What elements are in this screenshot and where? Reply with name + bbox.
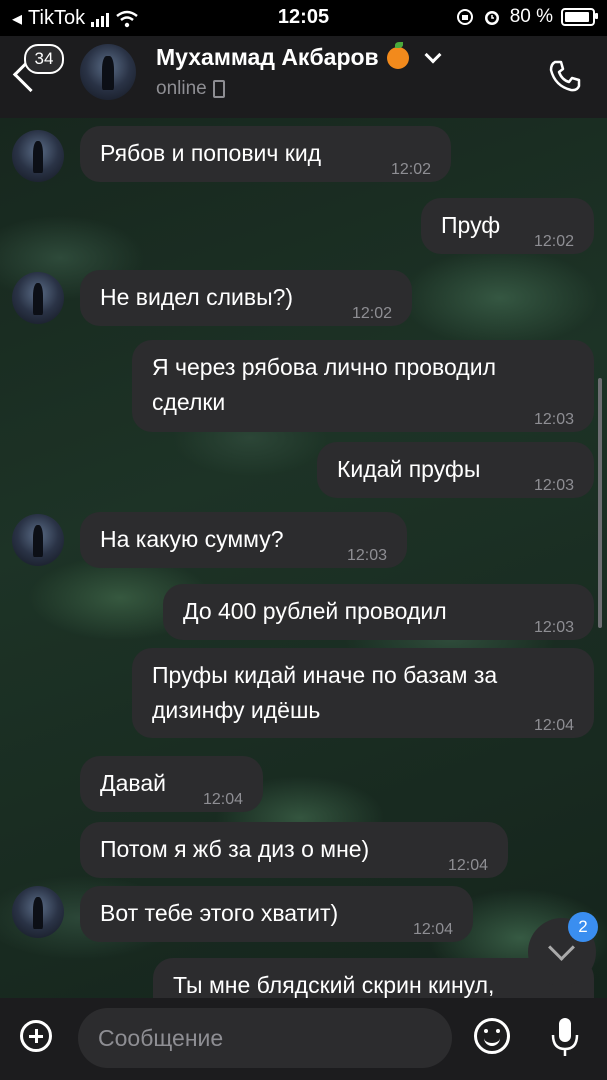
new-messages-badge[interactable]: 2 — [568, 912, 598, 942]
message-time: 12:03 — [533, 619, 574, 636]
message-text: Кидай пруфы — [337, 456, 481, 482]
message-time: 12:04 — [447, 857, 488, 874]
message-time: 12:03 — [346, 547, 387, 564]
message-text: Пруф — [441, 212, 501, 238]
message-time: 12:02 — [351, 305, 392, 322]
message-text: На какую сумму? — [100, 526, 284, 552]
message-bubble-outgoing[interactable]: Ты мне блядский скрин кинул, — [153, 958, 594, 998]
message-time: 12:04 — [202, 791, 243, 808]
battery-percent: 80 % — [509, 6, 553, 27]
message-bubble-incoming[interactable]: Вот тебе этого хватит) 12:04 — [80, 886, 473, 942]
microphone-icon[interactable] — [548, 1016, 582, 1058]
message-bubble-incoming[interactable]: На какую сумму? 12:03 — [80, 512, 407, 568]
attach-plus-icon[interactable] — [20, 1020, 52, 1052]
message-time: 12:04 — [412, 921, 453, 938]
message-bubble-incoming[interactable]: Рябов и попович кид 12:02 — [80, 126, 451, 182]
message-time: 12:02 — [533, 233, 574, 250]
message-text: Пруфы кидай иначе по базам за дизинфу ид… — [152, 662, 498, 723]
scroll-indicator[interactable] — [598, 378, 602, 628]
alarm-icon — [484, 11, 499, 25]
chat-header: 34 Мухаммад Акбаров online — [0, 36, 607, 118]
battery-icon — [561, 8, 598, 26]
call-icon[interactable] — [547, 58, 583, 94]
message-bubble-incoming[interactable]: Не видел сливы?) 12:02 — [80, 270, 412, 326]
message-text: Потом я жб за диз о мне) — [100, 836, 370, 862]
status-bar: ◂ TikTok 12:05 80 % — [0, 0, 607, 36]
unread-count-badge[interactable]: 34 — [24, 44, 64, 74]
sender-avatar[interactable] — [12, 514, 64, 566]
message-time: 12:04 — [533, 717, 574, 734]
tangerine-emoji-icon — [386, 41, 409, 69]
message-bubble-outgoing[interactable]: Кидай пруфы 12:03 — [317, 442, 594, 498]
contact-avatar[interactable] — [80, 44, 136, 100]
contact-title[interactable]: Мухаммад Акбаров — [156, 41, 442, 71]
message-composer: Сообщение — [0, 998, 607, 1080]
contact-status: online — [156, 78, 225, 100]
chevron-down-icon[interactable] — [424, 46, 442, 63]
orientation-lock-icon — [456, 9, 473, 25]
message-time: 12:03 — [533, 477, 574, 494]
message-text: Я через рябова лично проводил сделки — [152, 354, 496, 415]
sender-avatar[interactable] — [12, 130, 64, 182]
online-status-label: online — [156, 78, 207, 99]
chevron-down-icon — [548, 934, 575, 961]
message-text: Вот тебе этого хватит) — [100, 900, 339, 926]
message-time: 12:03 — [533, 411, 574, 428]
mobile-device-icon — [212, 80, 225, 98]
message-text: Не видел сливы?) — [100, 284, 294, 310]
message-text: Рябов и попович кид — [100, 140, 322, 166]
emoji-icon[interactable] — [474, 1018, 510, 1054]
sender-avatar[interactable] — [12, 886, 64, 938]
message-time: 12:02 — [390, 161, 431, 178]
message-list[interactable]: Рябов и попович кид 12:02 Пруф 12:02 Не … — [0, 118, 607, 998]
message-text: Ты мне блядский скрин кинул, — [173, 972, 495, 998]
contact-name: Мухаммад Акбаров — [156, 44, 379, 70]
message-bubble-outgoing[interactable]: Пруф 12:02 — [421, 198, 594, 254]
sender-avatar[interactable] — [12, 272, 64, 324]
message-text: До 400 рублей проводил — [183, 598, 447, 624]
message-bubble-outgoing[interactable]: Я через рябова лично проводил сделки 12:… — [132, 340, 594, 432]
message-bubble-incoming[interactable]: Потом я жб за диз о мне) 12:04 — [80, 822, 508, 878]
message-bubble-outgoing[interactable]: До 400 рублей проводил 12:03 — [163, 584, 594, 640]
message-bubble-incoming[interactable]: Давай 12:04 — [80, 756, 263, 812]
message-bubble-outgoing[interactable]: Пруфы кидай иначе по базам за дизинфу ид… — [132, 648, 594, 738]
message-input[interactable]: Сообщение — [78, 1008, 452, 1068]
message-text: Давай — [100, 770, 166, 796]
